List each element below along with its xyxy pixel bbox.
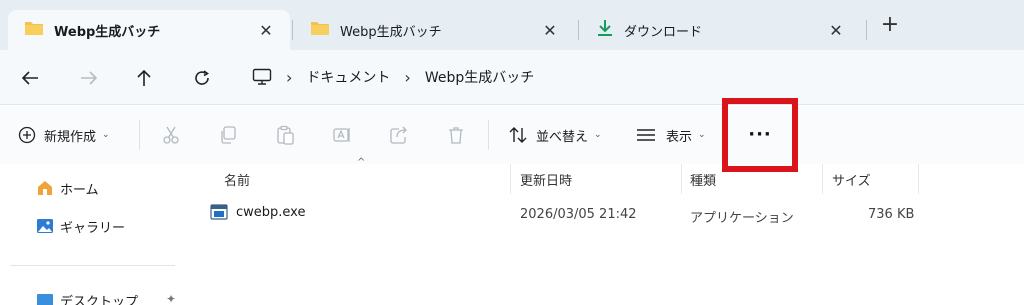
up-button[interactable] bbox=[130, 64, 158, 92]
file-type: アプリケーション bbox=[690, 211, 794, 226]
view-button-label: 表示 bbox=[666, 129, 693, 145]
refresh-button[interactable] bbox=[188, 64, 216, 92]
tab-separator bbox=[578, 20, 579, 40]
delete-button[interactable] bbox=[441, 120, 471, 150]
desktop-icon bbox=[37, 294, 53, 305]
tab-downloads[interactable]: ダウンロード ✕ bbox=[580, 10, 860, 50]
divider bbox=[488, 120, 489, 150]
chevron-down-icon: ⌄ bbox=[594, 130, 602, 140]
folder-icon bbox=[310, 20, 330, 40]
sidebar-item-label: ホーム bbox=[60, 182, 99, 198]
trash-icon bbox=[449, 127, 463, 144]
command-bar: 新規作成 ⌄ 並べ替え ⌄ 表示 ⌄ bbox=[0, 106, 1024, 164]
home-icon bbox=[38, 181, 52, 195]
column-header-size[interactable]: サイズ bbox=[832, 170, 871, 189]
sidebar-item-label: ギャラリー bbox=[60, 220, 126, 236]
download-icon bbox=[596, 19, 614, 41]
scissors-icon bbox=[163, 126, 179, 144]
column-header-type[interactable]: 種類 bbox=[690, 170, 716, 189]
pc-icon[interactable] bbox=[252, 68, 272, 86]
chevron-down-icon: ⌄ bbox=[698, 130, 706, 140]
sidebar-item-home[interactable]: ホーム bbox=[36, 176, 99, 200]
sort-button-label: 並べ替え bbox=[536, 129, 589, 145]
new-button[interactable]: 新規作成 ⌄ bbox=[18, 106, 110, 164]
share-button[interactable] bbox=[384, 120, 414, 150]
file-modified: 2026/03/05 21:42 bbox=[520, 207, 637, 222]
arrow-up-icon bbox=[137, 69, 151, 86]
address-bar[interactable]: › ドキュメント › Webp生成バッチ bbox=[246, 59, 1024, 95]
copy-icon bbox=[221, 126, 236, 144]
file-name: cwebp.exe bbox=[236, 204, 306, 220]
navigation-bar: › ドキュメント › Webp生成バッチ bbox=[0, 50, 1024, 105]
clipboard-icon bbox=[277, 125, 294, 145]
column-divider[interactable] bbox=[822, 164, 823, 194]
pin-icon: ✦ bbox=[166, 292, 177, 305]
arrow-right-icon bbox=[81, 71, 98, 85]
tab-label: Webp生成バッチ bbox=[340, 24, 442, 40]
list-view-icon bbox=[637, 129, 655, 141]
back-button[interactable] bbox=[16, 64, 44, 92]
sidebar-item-label: デスクトップ bbox=[60, 294, 139, 305]
tab-close-button[interactable]: ✕ bbox=[826, 21, 846, 40]
file-list bbox=[188, 164, 1024, 305]
sidebar-item-gallery[interactable]: ギャラリー bbox=[36, 214, 125, 238]
column-divider[interactable] bbox=[918, 164, 919, 194]
rename-button[interactable] bbox=[327, 120, 357, 150]
folder-icon bbox=[24, 20, 44, 40]
tab-separator bbox=[866, 20, 867, 40]
breadcrumb-current-folder[interactable]: Webp生成バッチ bbox=[425, 67, 534, 87]
tab-close-button[interactable]: ✕ bbox=[256, 21, 276, 40]
plus-circle-icon bbox=[18, 126, 36, 144]
divider bbox=[10, 265, 175, 266]
breadcrumb-separator: › bbox=[404, 67, 411, 87]
breadcrumb-separator: › bbox=[286, 67, 293, 87]
tab-label: ダウンロード bbox=[624, 24, 703, 40]
tab-webp[interactable]: Webp生成バッチ ✕ bbox=[294, 10, 574, 50]
new-tab-button[interactable]: + bbox=[878, 14, 902, 38]
arrow-left-icon bbox=[21, 71, 38, 85]
refresh-icon bbox=[195, 70, 209, 85]
breadcrumb-documents[interactable]: ドキュメント bbox=[306, 67, 390, 87]
tab-webp-active[interactable]: Webp生成バッチ ✕ bbox=[8, 10, 290, 50]
file-name-cell[interactable]: cwebp.exe bbox=[210, 204, 305, 220]
share-icon bbox=[390, 126, 407, 144]
rename-icon bbox=[333, 128, 350, 142]
sort-caret-icon: ^ bbox=[357, 157, 366, 168]
forward-button[interactable] bbox=[75, 64, 103, 92]
exe-file-icon bbox=[210, 204, 228, 220]
sidebar-item-desktop[interactable]: デスクトップ bbox=[36, 288, 138, 305]
copy-button[interactable] bbox=[213, 120, 243, 150]
gallery-icon bbox=[37, 219, 53, 233]
divider bbox=[139, 120, 140, 150]
sort-icon bbox=[509, 127, 527, 143]
highlight-box bbox=[722, 98, 798, 172]
paste-button[interactable] bbox=[270, 120, 300, 150]
tab-label: Webp生成バッチ bbox=[54, 24, 161, 40]
new-button-label: 新規作成 bbox=[44, 129, 97, 145]
chevron-down-icon: ⌄ bbox=[102, 130, 110, 140]
tab-close-button[interactable]: ✕ bbox=[540, 21, 560, 40]
file-size: 736 KB bbox=[868, 207, 915, 222]
tab-separator bbox=[292, 20, 293, 40]
column-header-name[interactable]: 名前 bbox=[224, 170, 250, 189]
column-header-modified[interactable]: 更新日時 bbox=[520, 170, 572, 189]
sort-button[interactable]: 並べ替え ⌄ bbox=[508, 106, 602, 164]
tab-strip: Webp生成バッチ ✕ Webp生成バッチ ✕ ダウンロード ✕ + bbox=[0, 0, 1024, 50]
column-divider[interactable] bbox=[510, 164, 511, 194]
column-divider[interactable] bbox=[681, 164, 682, 194]
cut-button[interactable] bbox=[156, 120, 186, 150]
view-button[interactable]: 表示 ⌄ bbox=[636, 106, 706, 164]
